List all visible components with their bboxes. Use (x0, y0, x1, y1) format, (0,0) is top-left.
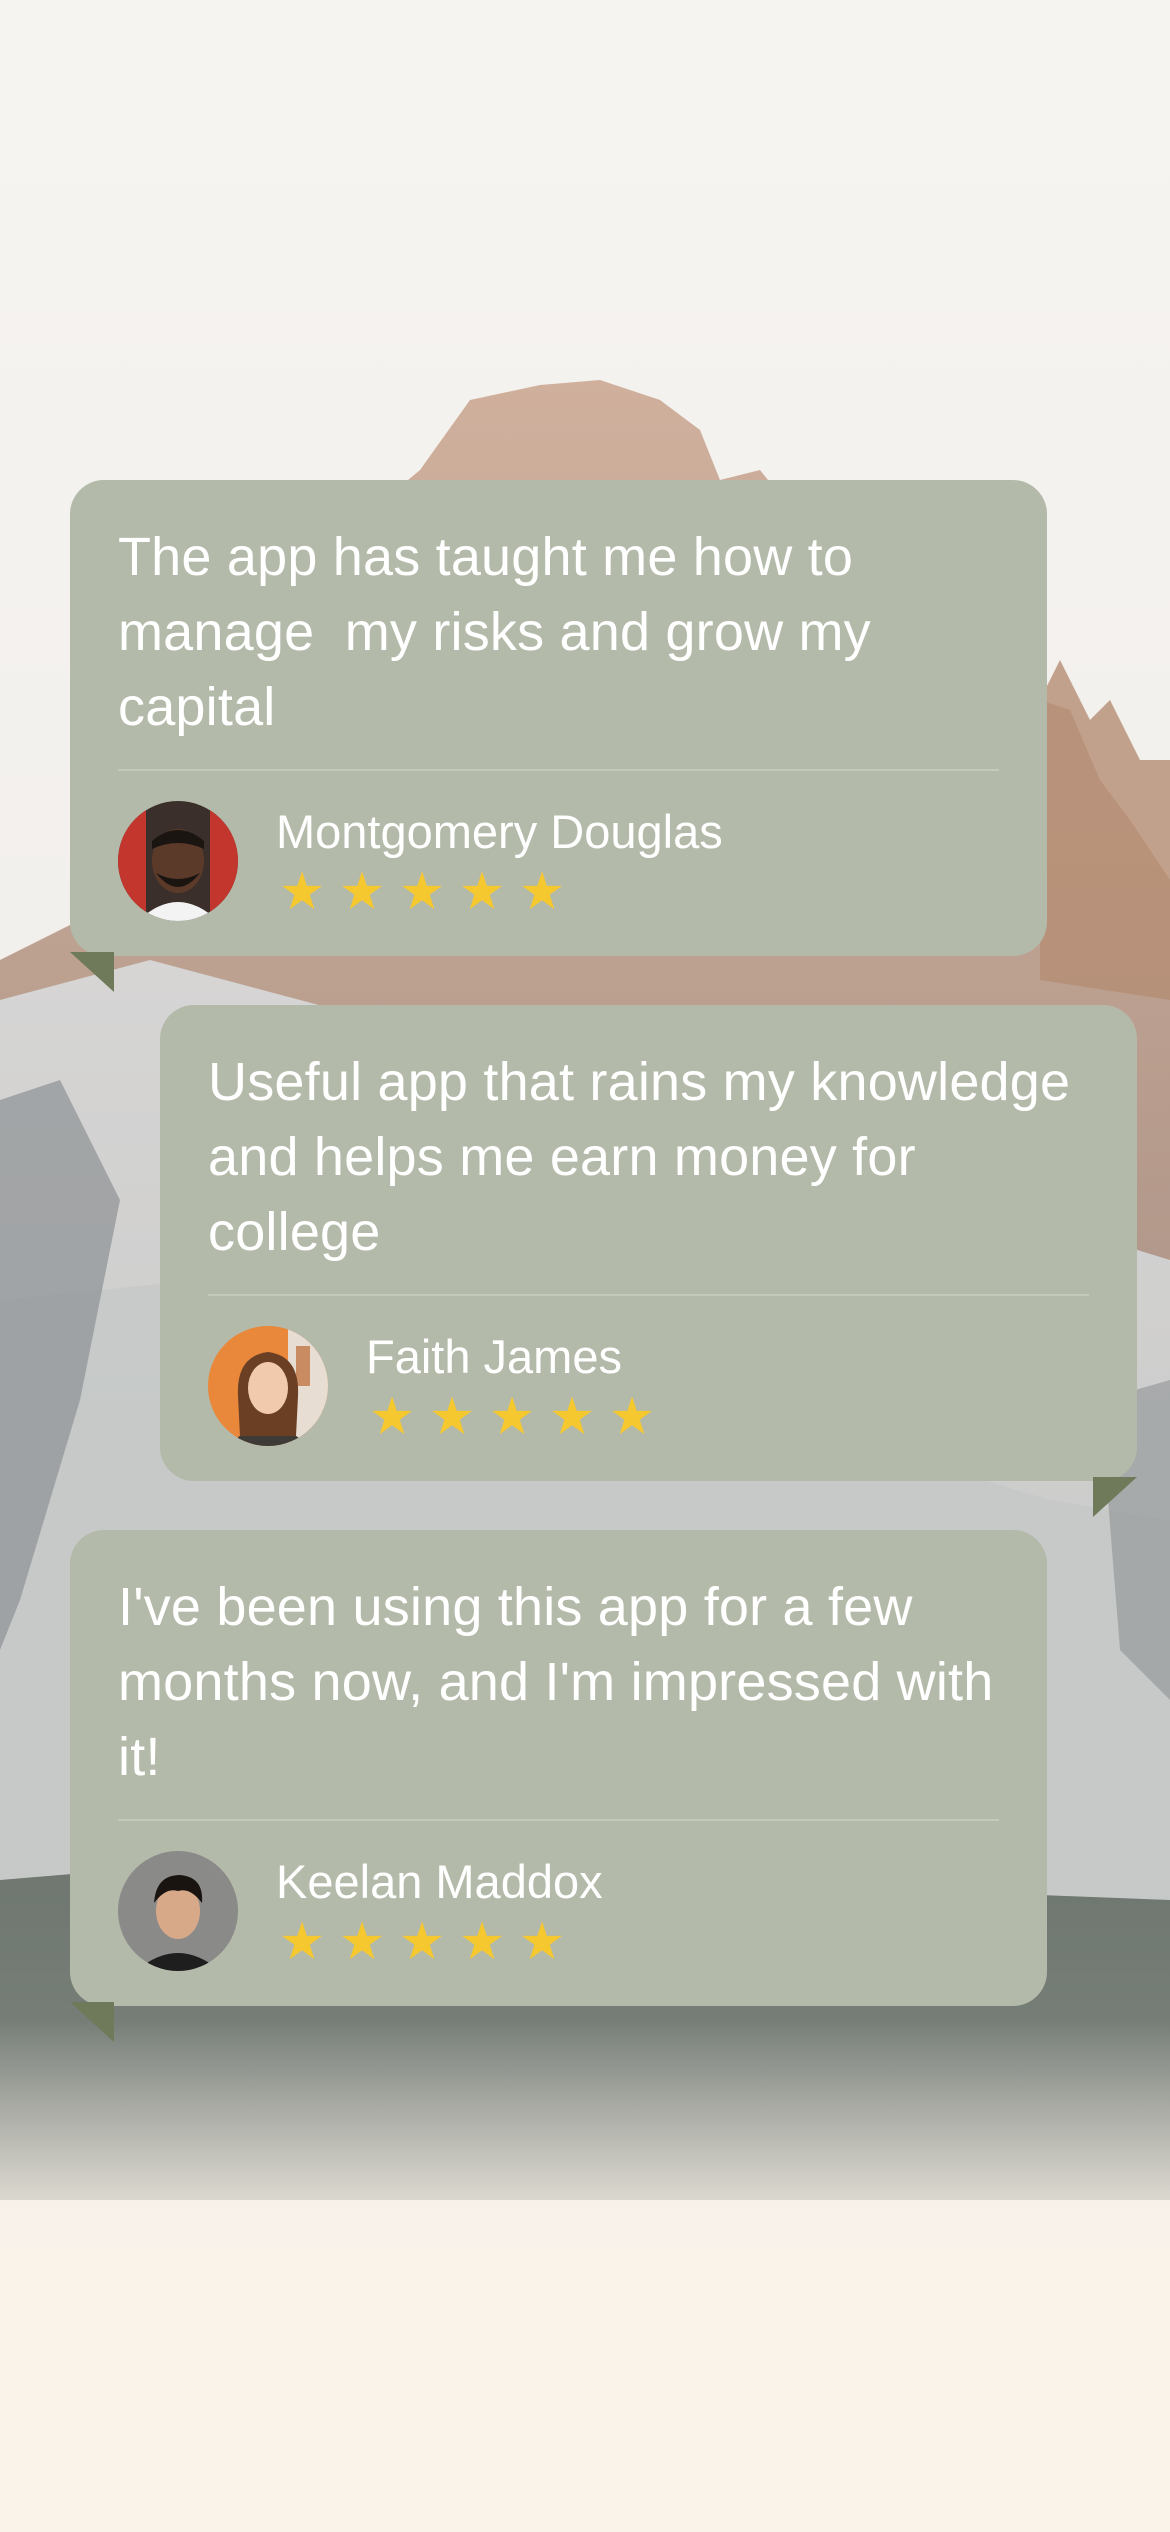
star-icon: ★ (338, 1913, 386, 1971)
author-name: Faith James (366, 1330, 622, 1383)
avatar (118, 801, 238, 921)
testimonial-card-2: Useful app that rains my knowledge and h… (160, 1005, 1137, 1517)
author-meta: Faith James ★ ★ ★ ★ ★ (366, 1329, 658, 1443)
author-name: Keelan Maddox (276, 1855, 603, 1908)
testimonial-author: Montgomery Douglas ★ ★ ★ ★ ★ (118, 801, 999, 921)
star-rating: ★ ★ ★ ★ ★ (276, 866, 723, 918)
star-icon: ★ (458, 1913, 506, 1971)
star-icon: ★ (518, 863, 566, 921)
star-rating: ★ ★ ★ ★ ★ (276, 1916, 603, 1968)
testimonial-quote: The app has taught me how to manage my r… (118, 527, 887, 737)
testimonial-card-3: I've been using this app for a few month… (70, 1530, 1047, 2042)
star-icon: ★ (428, 1388, 476, 1446)
star-rating: ★ ★ ★ ★ ★ (366, 1391, 658, 1443)
star-icon: ★ (278, 863, 326, 921)
avatar-photo (118, 1851, 238, 1971)
author-meta: Keelan Maddox ★ ★ ★ ★ ★ (276, 1854, 603, 1968)
author-meta: Montgomery Douglas ★ ★ ★ ★ ★ (276, 804, 723, 918)
divider (118, 769, 999, 771)
testimonial-author: Faith James ★ ★ ★ ★ ★ (208, 1326, 1089, 1446)
star-icon: ★ (488, 1388, 536, 1446)
avatar-photo (118, 801, 238, 921)
testimonial-quote: Useful app that rains my knowledge and h… (208, 1052, 1086, 1262)
author-name: Montgomery Douglas (276, 805, 723, 858)
star-icon: ★ (458, 863, 506, 921)
testimonial-author: Keelan Maddox ★ ★ ★ ★ ★ (118, 1851, 999, 1971)
avatar (118, 1851, 238, 1971)
star-icon: ★ (338, 863, 386, 921)
star-icon: ★ (398, 1913, 446, 1971)
testimonial-quote: I've been using this app for a few month… (118, 1577, 1009, 1787)
divider (208, 1294, 1089, 1296)
star-icon: ★ (368, 1388, 416, 1446)
divider (118, 1819, 999, 1821)
star-icon: ★ (398, 863, 446, 921)
star-icon: ★ (548, 1388, 596, 1446)
testimonial-card-1: The app has taught me how to manage my r… (70, 480, 1047, 992)
avatar-photo (208, 1326, 328, 1446)
star-icon: ★ (608, 1388, 656, 1446)
star-icon: ★ (518, 1913, 566, 1971)
star-icon: ★ (278, 1913, 326, 1971)
avatar (208, 1326, 328, 1446)
